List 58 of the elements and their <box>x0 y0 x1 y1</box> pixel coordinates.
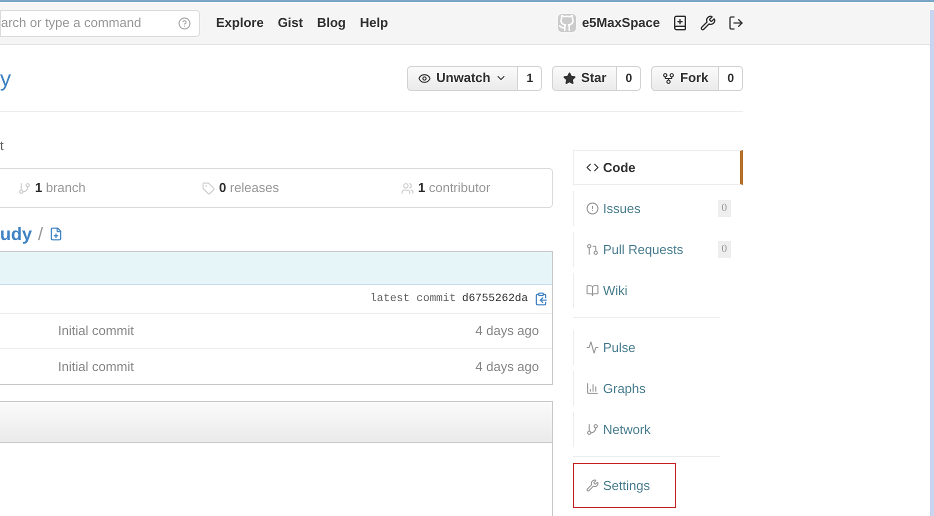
fork-button[interactable]: Fork <box>651 66 720 90</box>
book-icon <box>586 284 599 297</box>
nav-link[interactable]: Blog <box>316 13 346 33</box>
pull-request-icon <box>586 243 599 256</box>
sidebar-item[interactable]: Pulse <box>573 330 743 365</box>
bar-chart-icon <box>586 382 599 395</box>
search-input[interactable]: arch or type a command <box>1 13 178 33</box>
stat-link[interactable]: 0 releases <box>219 178 279 198</box>
scrollbar[interactable] <box>930 10 934 516</box>
tag-icon <box>202 182 215 194</box>
branch-icon <box>18 182 31 194</box>
repo-title[interactable]: y <box>0 62 11 94</box>
nav-link[interactable]: Explore <box>216 13 264 33</box>
watch-button[interactable]: Unwatch <box>407 66 518 90</box>
star-icon <box>563 72 576 84</box>
count-badge: 0 <box>719 66 743 90</box>
sidebar-item[interactable]: Graphs <box>573 371 743 406</box>
stat-link[interactable]: 1 branch <box>35 178 86 198</box>
people-icon <box>401 182 414 194</box>
sidebar-item[interactable]: Wiki <box>573 273 743 308</box>
nav-link[interactable]: Gist <box>278 13 303 33</box>
branch-icon <box>586 423 599 436</box>
nav-link[interactable]: Help <box>360 13 388 33</box>
code-icon <box>586 161 599 174</box>
new-repo-icon[interactable] <box>672 15 688 31</box>
settings-icon <box>586 479 599 492</box>
alert-icon <box>586 202 599 215</box>
commit-message[interactable]: Initial commit <box>58 321 134 341</box>
commit-message[interactable]: Initial commit <box>58 356 134 376</box>
sidebar-item[interactable]: Network <box>573 412 743 447</box>
sidebar-item[interactable]: Issues 0 <box>573 191 743 226</box>
user-link[interactable]: e5MaxSpace <box>582 13 660 33</box>
commit-hash[interactable]: d6755262da <box>462 290 528 308</box>
count-badge: 0 <box>617 66 642 90</box>
search-field[interactable]: arch or type a command <box>0 10 200 36</box>
breadcrumb-link[interactable]: udy <box>0 220 32 248</box>
repo-description: t <box>0 137 5 155</box>
count-badge: 0 <box>718 241 731 258</box>
settings-icon[interactable] <box>700 15 716 31</box>
count-badge: 1 <box>518 66 542 90</box>
commit-age: 4 days ago <box>475 322 539 340</box>
sidebar-item[interactable]: Settings <box>573 463 676 508</box>
sign-out-icon[interactable] <box>728 15 744 31</box>
latest-commit-label: latest commit <box>370 292 456 307</box>
commit-age: 4 days ago <box>475 358 539 376</box>
fork-icon <box>662 72 676 84</box>
star-button[interactable]: Star <box>552 66 618 90</box>
breadcrumb-separator: / <box>38 222 44 246</box>
stat-link[interactable]: 1 contributor <box>418 178 490 198</box>
clipboard-icon[interactable] <box>534 292 548 306</box>
pulse-icon <box>586 341 599 354</box>
count-badge: 0 <box>718 200 731 217</box>
sidebar-item[interactable]: Code <box>573 150 743 185</box>
avatar-icon <box>558 14 576 32</box>
eye-icon <box>418 72 432 84</box>
add-file-icon[interactable] <box>49 227 64 241</box>
help-icon[interactable] <box>178 16 191 30</box>
sidebar-item[interactable]: Pull Requests 0 <box>573 232 743 267</box>
